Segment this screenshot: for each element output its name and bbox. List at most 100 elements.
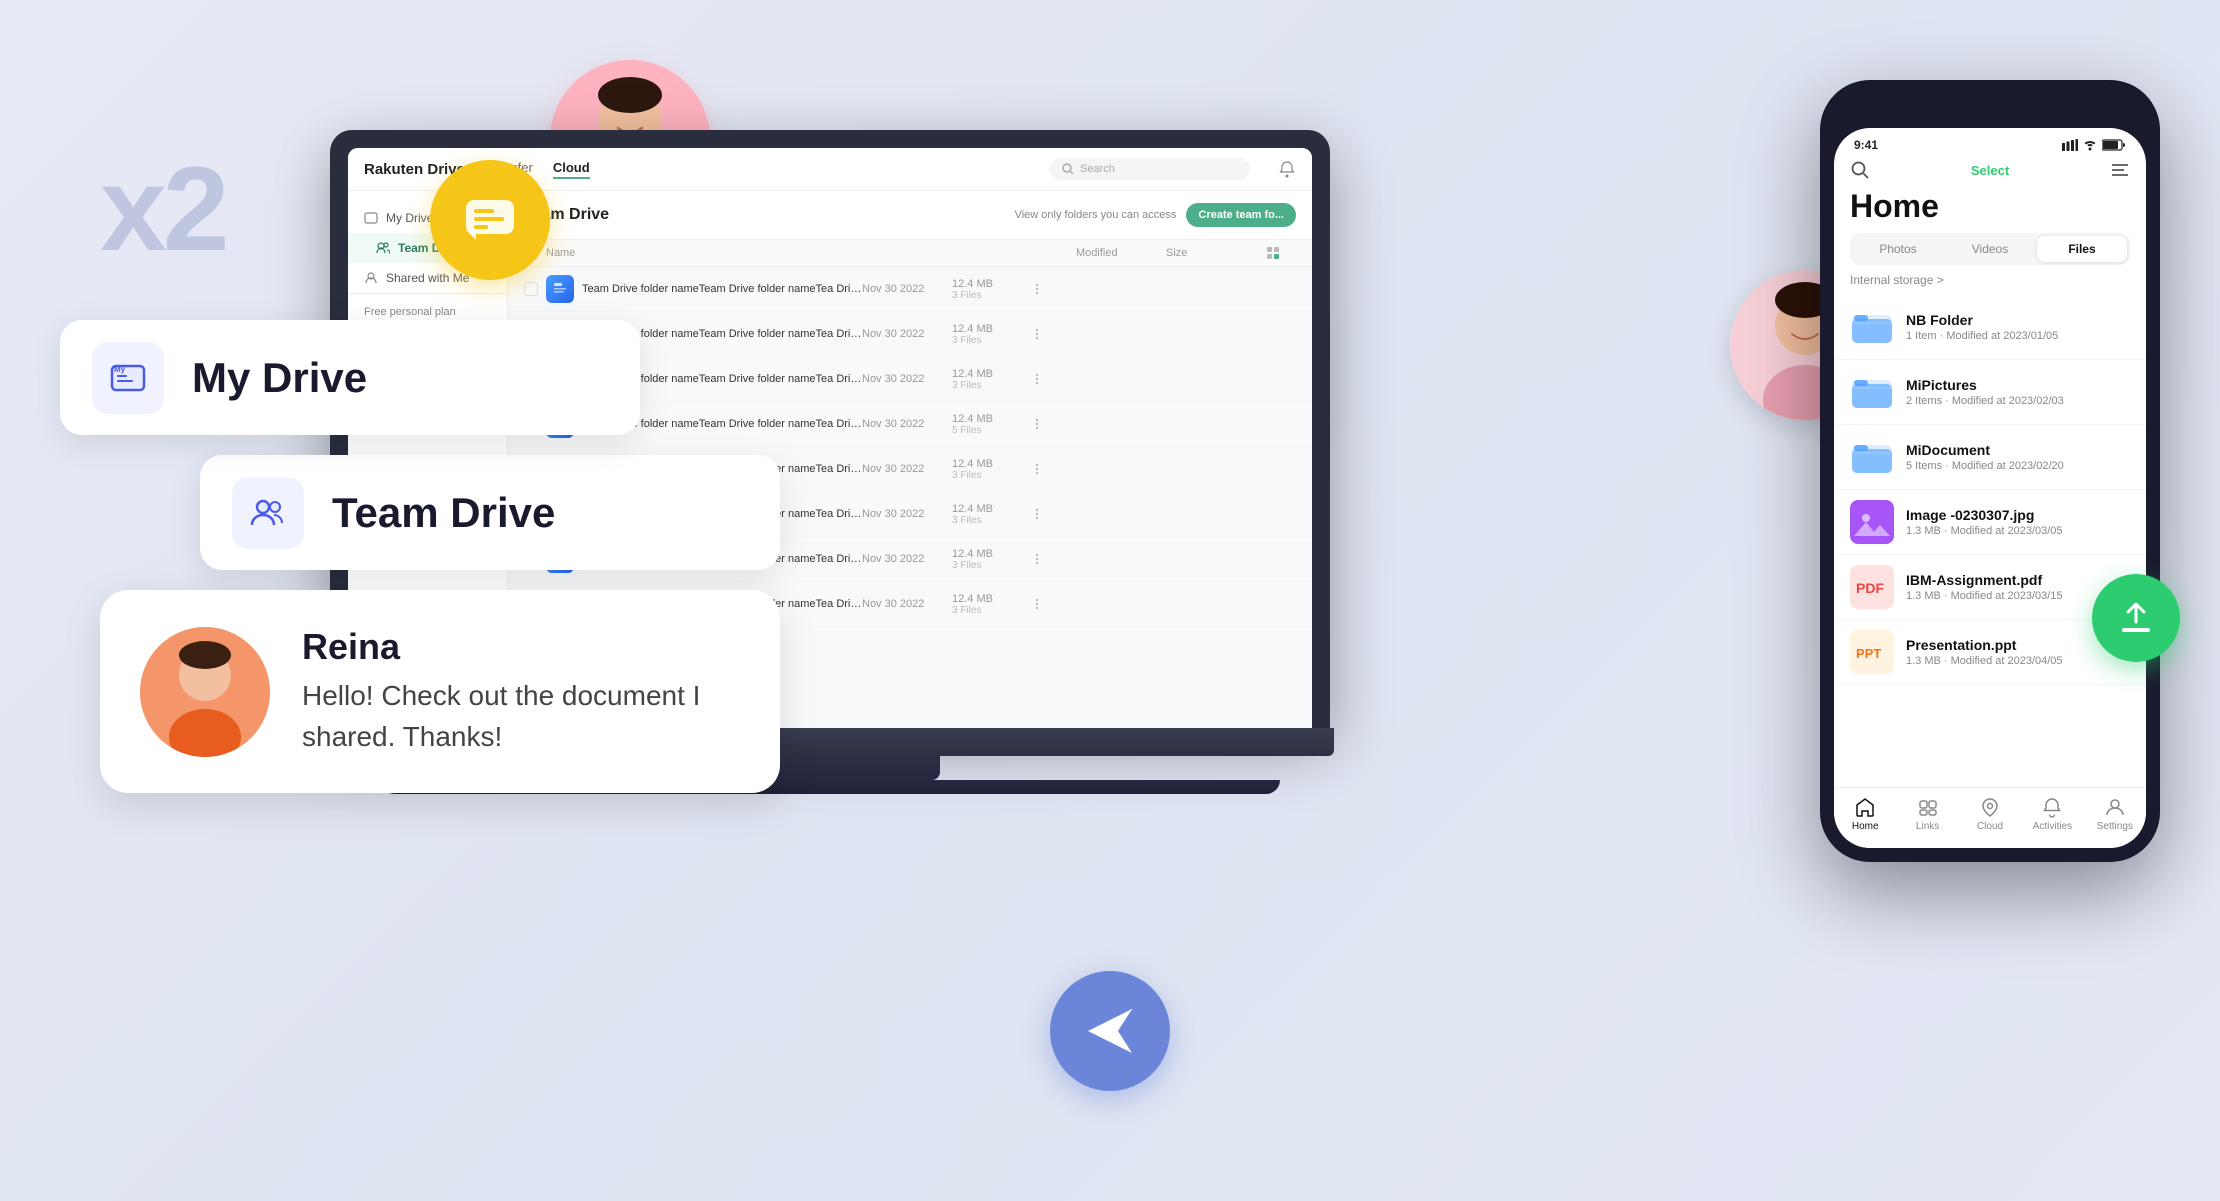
phone-home-title: Home bbox=[1834, 188, 2146, 225]
phone-file-name: Presentation.ppt bbox=[1906, 637, 2130, 653]
phone-nav-home[interactable]: Home bbox=[1834, 796, 1896, 832]
file-date: Nov 30 2022 bbox=[862, 463, 952, 475]
phone-file-item[interactable]: NB Folder 1 Item · Modified at 2023/01/0… bbox=[1834, 295, 2146, 360]
file-date: Nov 30 2022 bbox=[862, 553, 952, 565]
svg-text:PDF: PDF bbox=[1856, 580, 1884, 596]
phone-file-meta: 2 Items · Modified at 2023/02/03 bbox=[1906, 395, 2130, 407]
phone-file-meta: 1.3 MB · Modified at 2023/03/05 bbox=[1906, 525, 2130, 537]
file-date: Nov 30 2022 bbox=[862, 418, 952, 430]
phone-nav-label: Activities bbox=[2033, 821, 2072, 832]
phone-bottom-nav: Home Links Cloud Activities Settings bbox=[1834, 787, 2146, 848]
phone-file-type-icon: PPT bbox=[1850, 630, 1894, 674]
row-checkbox[interactable] bbox=[524, 282, 538, 296]
chat-avatar bbox=[140, 627, 270, 757]
phone-file-name: MiDocument bbox=[1906, 442, 2130, 458]
phone-nav-activities[interactable]: Activities bbox=[2021, 796, 2083, 832]
phone-status-bar: 9:41 bbox=[1834, 128, 2146, 156]
phone-file-type-icon bbox=[1850, 370, 1894, 414]
file-date: Nov 30 2022 bbox=[862, 508, 952, 520]
file-more-btn[interactable] bbox=[1022, 462, 1052, 476]
notification-icon[interactable] bbox=[1278, 160, 1296, 178]
file-size: 12.4 MB 5 Files bbox=[952, 413, 1022, 436]
phone-select-btn[interactable]: Select bbox=[1971, 163, 2009, 178]
phone-menu-icon[interactable] bbox=[2110, 160, 2130, 180]
tab-photos[interactable]: Photos bbox=[1853, 236, 1943, 262]
phone-file-name: IBM-Assignment.pdf bbox=[1906, 572, 2130, 588]
chat-bubble: Reina Hello! Check out the document I sh… bbox=[100, 590, 780, 793]
search-bar[interactable]: Search bbox=[1050, 158, 1250, 180]
tab-files[interactable]: Files bbox=[2037, 236, 2127, 262]
file-size: 12.4 MB 3 Files bbox=[952, 368, 1022, 391]
phone-device: 9:41 Select Home Photos bbox=[1820, 80, 2160, 862]
phone-nav-icon bbox=[2104, 796, 2126, 818]
phone-file-list: NB Folder 1 Item · Modified at 2023/01/0… bbox=[1834, 295, 2146, 787]
phone-nav-cloud[interactable]: Cloud bbox=[1959, 796, 2021, 832]
table-row[interactable]: Team Drive folder nameTeam Drive folder … bbox=[508, 267, 1312, 312]
file-date: Nov 30 2022 bbox=[862, 283, 952, 295]
view-only-label: View only folders you can access bbox=[1015, 209, 1177, 221]
file-size: 12.4 MB 3 Files bbox=[952, 503, 1022, 526]
x2-label: x2 bbox=[100, 140, 225, 278]
team-drive-icon bbox=[232, 477, 304, 549]
phone-file-meta: 5 Items · Modified at 2023/02/20 bbox=[1906, 460, 2130, 472]
phone-tabs: Photos Videos Files bbox=[1850, 233, 2130, 265]
file-more-btn[interactable] bbox=[1022, 372, 1052, 386]
chat-sender-name: Reina bbox=[302, 626, 740, 668]
phone-body: 9:41 Select Home Photos bbox=[1820, 80, 2160, 862]
file-list: Team Drive folder nameTeam Drive folder … bbox=[508, 267, 1312, 627]
main-header: Team Drive View only folders you can acc… bbox=[508, 191, 1312, 240]
tab-videos[interactable]: Videos bbox=[1945, 236, 2035, 262]
file-more-btn[interactable] bbox=[1022, 417, 1052, 431]
create-team-btn[interactable]: Create team fo... bbox=[1186, 203, 1296, 227]
nav-cloud[interactable]: Cloud bbox=[553, 160, 590, 179]
phone-notch bbox=[1930, 94, 2050, 122]
phone-file-item[interactable]: Image -0230307.jpg 1.3 MB · Modified at … bbox=[1834, 490, 2146, 555]
file-more-btn[interactable] bbox=[1022, 507, 1052, 521]
phone-file-item[interactable]: MiDocument 5 Items · Modified at 2023/02… bbox=[1834, 425, 2146, 490]
team-drive-card[interactable]: Team Drive bbox=[200, 455, 780, 570]
chat-message-text: Hello! Check out the document I shared. … bbox=[302, 676, 740, 757]
file-more-btn[interactable] bbox=[1022, 552, 1052, 566]
my-drive-label: My Drive bbox=[192, 354, 367, 402]
phone-ui: 9:41 Select Home Photos bbox=[1834, 128, 2146, 848]
phone-nav-label: Settings bbox=[2097, 821, 2133, 832]
table-header: Name Modified Size bbox=[508, 240, 1312, 267]
svg-text:PPT: PPT bbox=[1856, 646, 1881, 661]
svg-text:My: My bbox=[114, 365, 126, 374]
send-icon-circle bbox=[1050, 971, 1170, 1091]
grid-view-icon[interactable] bbox=[1266, 246, 1280, 260]
phone-nav-label: Links bbox=[1916, 821, 1939, 832]
phone-file-item[interactable]: MiPictures 2 Items · Modified at 2023/02… bbox=[1834, 360, 2146, 425]
phone-file-info: Presentation.ppt 1.3 MB · Modified at 20… bbox=[1906, 637, 2130, 667]
phone-breadcrumb: Internal storage > bbox=[1834, 273, 2146, 295]
phone-nav-settings[interactable]: Settings bbox=[2084, 796, 2146, 832]
file-size: 12.4 MB 3 Files bbox=[952, 323, 1022, 346]
phone-file-info: NB Folder 1 Item · Modified at 2023/01/0… bbox=[1906, 312, 2130, 342]
file-size: 12.4 MB 3 Files bbox=[952, 278, 1022, 301]
phone-nav-icon bbox=[2041, 796, 2063, 818]
file-size: 12.4 MB 3 Files bbox=[952, 548, 1022, 571]
team-drive-label: Team Drive bbox=[332, 489, 555, 537]
phone-file-info: MiPictures 2 Items · Modified at 2023/02… bbox=[1906, 377, 2130, 407]
file-size: 12.4 MB 3 Files bbox=[952, 593, 1022, 616]
phone-file-info: MiDocument 5 Items · Modified at 2023/02… bbox=[1906, 442, 2130, 472]
file-date: Nov 30 2022 bbox=[862, 373, 952, 385]
phone-search-row: Select bbox=[1834, 156, 2146, 188]
phone-status-icons bbox=[2062, 139, 2126, 151]
my-drive-card[interactable]: My My Drive bbox=[60, 320, 640, 435]
phone-file-meta: 1.3 MB · Modified at 2023/04/05 bbox=[1906, 655, 2130, 667]
phone-search-icon[interactable] bbox=[1850, 160, 1870, 180]
file-more-btn[interactable] bbox=[1022, 282, 1052, 296]
phone-file-type-icon bbox=[1850, 500, 1894, 544]
my-drive-icon: My bbox=[92, 342, 164, 414]
phone-nav-icon bbox=[1979, 796, 2001, 818]
chat-content: Reina Hello! Check out the document I sh… bbox=[302, 626, 740, 757]
phone-file-name: Image -0230307.jpg bbox=[1906, 507, 2130, 523]
file-more-btn[interactable] bbox=[1022, 327, 1052, 341]
phone-file-type-icon bbox=[1850, 305, 1894, 349]
phone-file-name: MiPictures bbox=[1906, 377, 2130, 393]
file-more-btn[interactable] bbox=[1022, 597, 1052, 611]
phone-nav-links[interactable]: Links bbox=[1896, 796, 1958, 832]
file-date: Nov 30 2022 bbox=[862, 598, 952, 610]
phone-screen: 9:41 Select Home Photos bbox=[1834, 128, 2146, 848]
